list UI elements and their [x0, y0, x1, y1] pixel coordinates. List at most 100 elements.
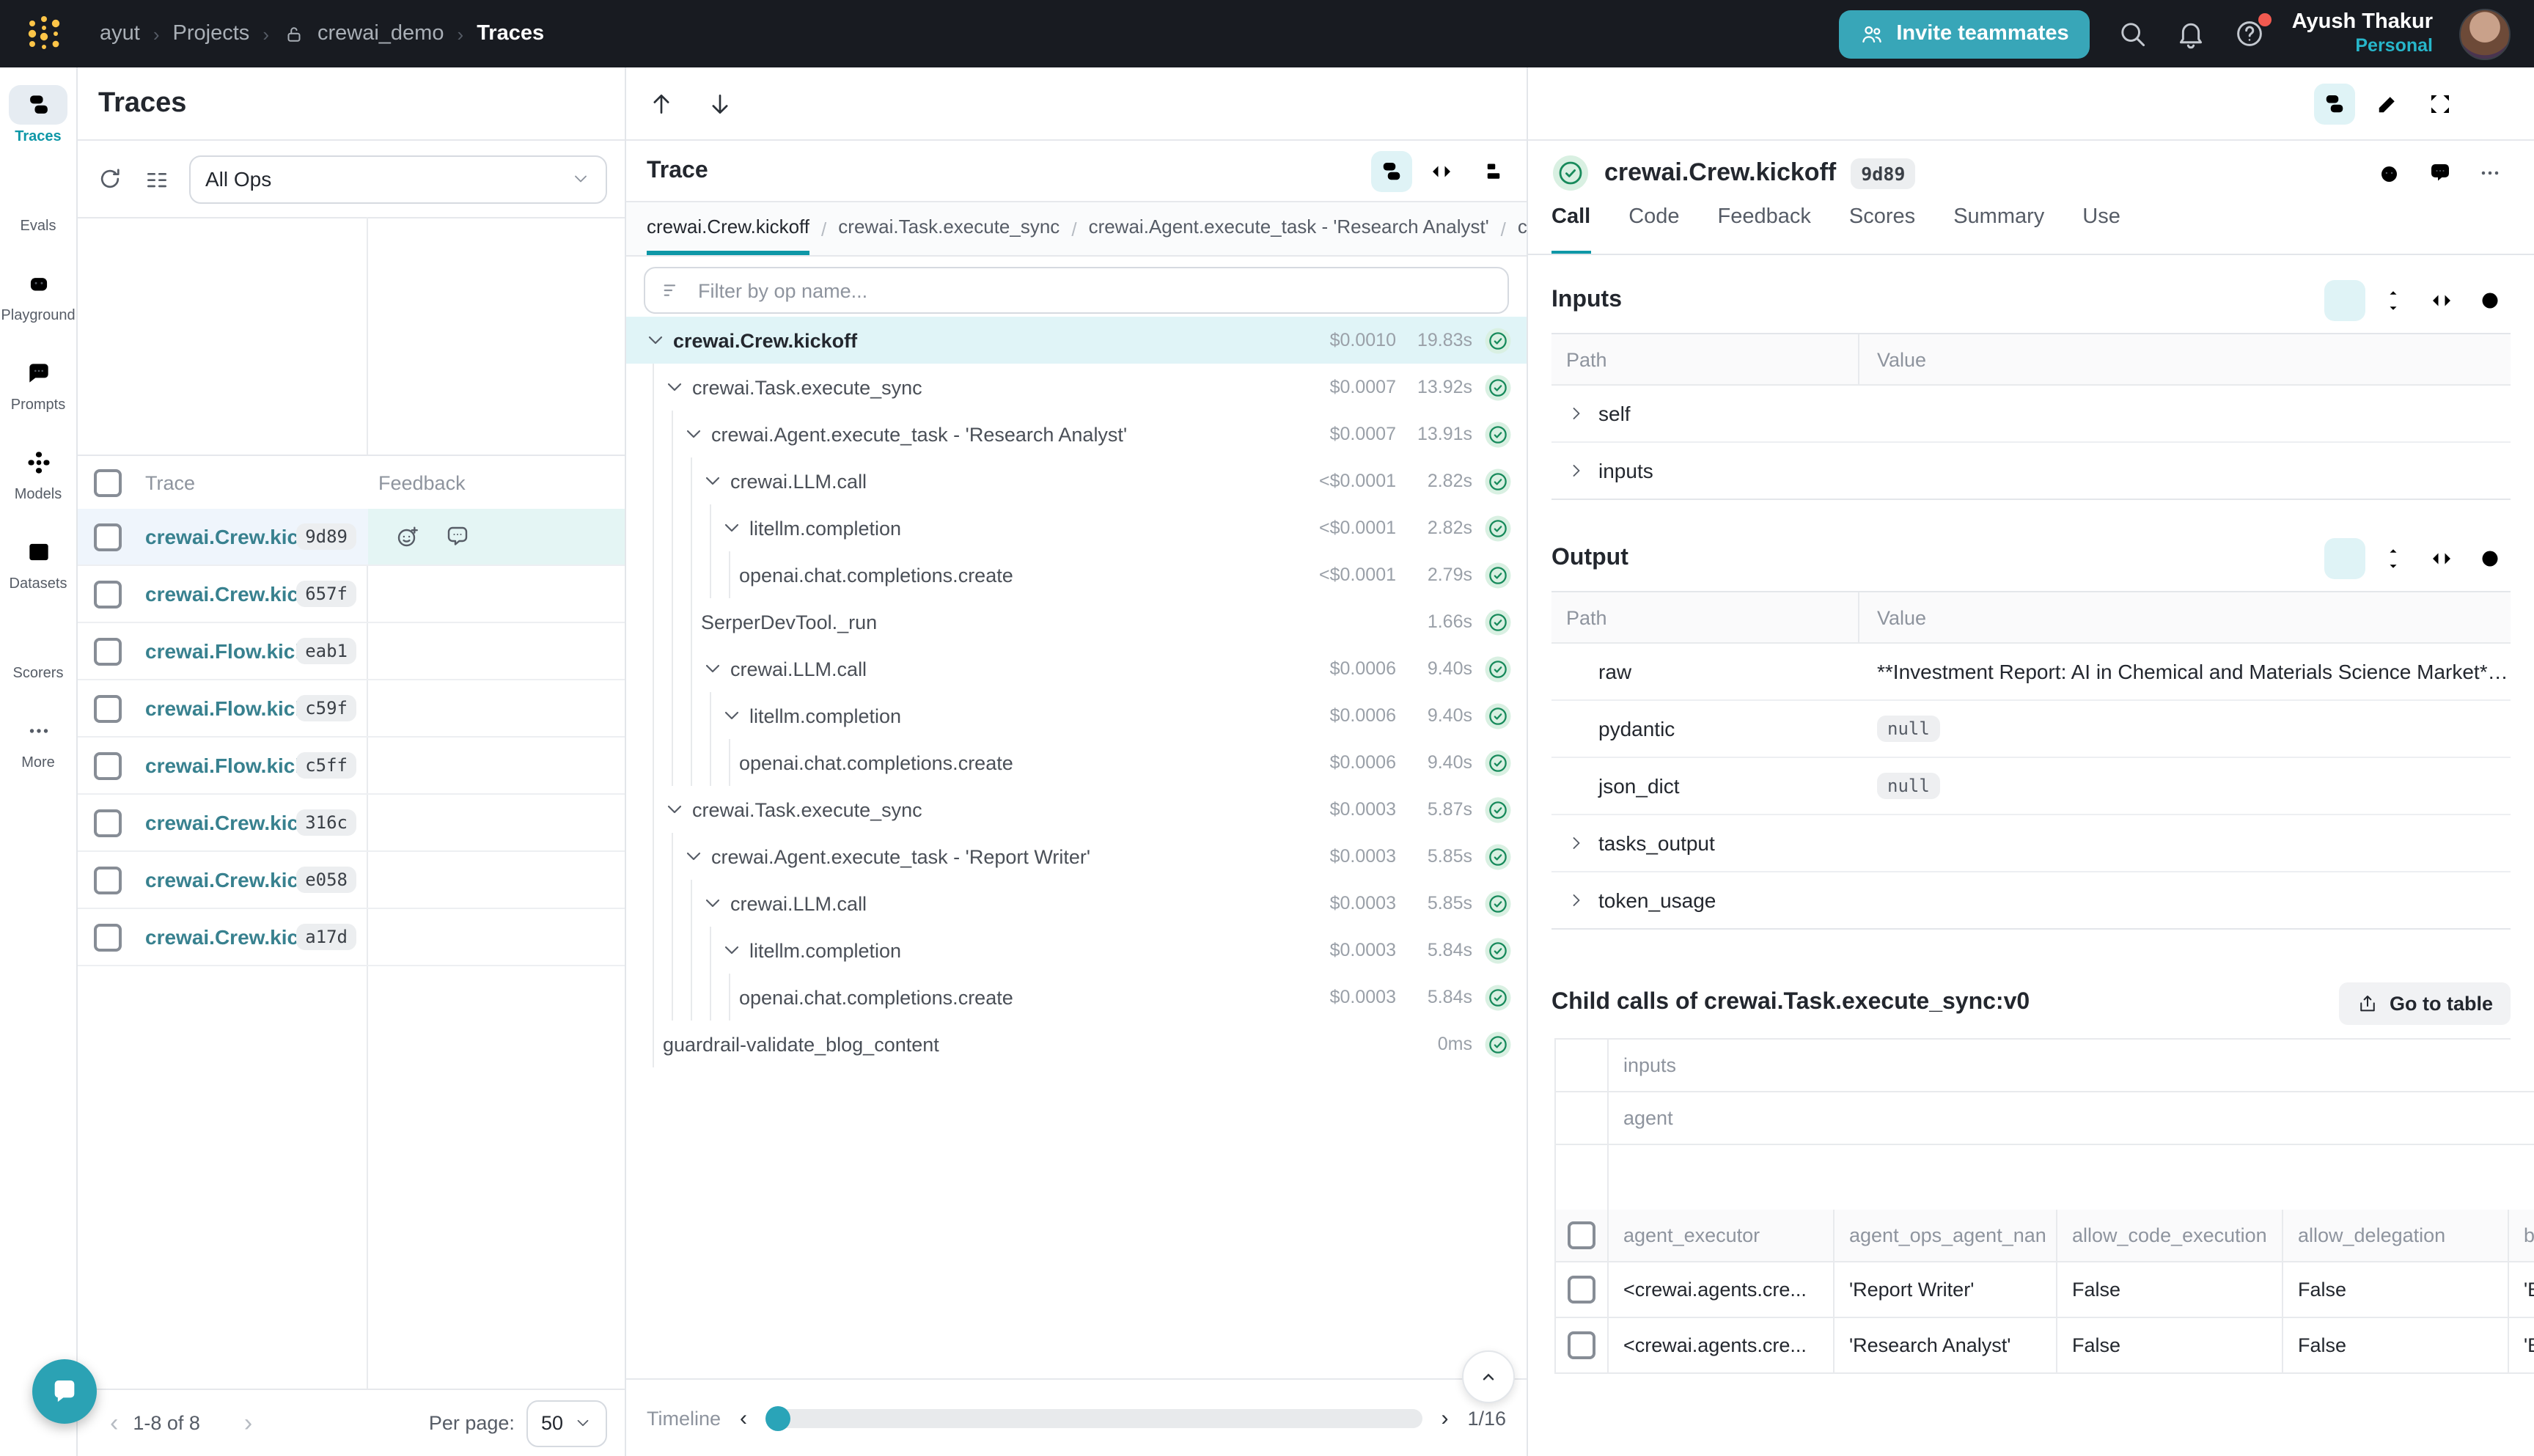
- close-icon[interactable]: [2472, 83, 2513, 124]
- breadcrumb-entity[interactable]: ayut: [100, 22, 140, 45]
- table-row[interactable]: crewai.Crew.kickoff9d89: [78, 509, 625, 566]
- chevron-down-icon[interactable]: [720, 516, 743, 540]
- wandb-logo-icon[interactable]: [23, 13, 65, 54]
- inputs-row[interactable]: self: [1551, 386, 2511, 443]
- code-view-icon[interactable]: [2421, 280, 2462, 321]
- trace-tree-row[interactable]: guardrail-validate_blog_content0ms: [626, 1021, 1527, 1067]
- data-cell[interactable]: False: [2057, 1262, 2283, 1318]
- chevron-down-icon[interactable]: [644, 328, 667, 352]
- chevron-down-icon[interactable]: [701, 891, 724, 915]
- comment-icon[interactable]: [2420, 152, 2461, 194]
- trace-tree-row[interactable]: crewai.Crew.kickoff$0.001019.83s: [626, 317, 1527, 364]
- chevron-down-icon[interactable]: [682, 845, 705, 868]
- row-checkbox[interactable]: [1568, 1276, 1595, 1304]
- add-reaction-icon[interactable]: [2370, 152, 2411, 194]
- sidebar-item-evals[interactable]: Evals: [0, 174, 76, 264]
- row-checkbox[interactable]: [94, 580, 122, 608]
- row-checkbox[interactable]: [94, 751, 122, 779]
- sidebar-item-datasets[interactable]: Datasets: [0, 532, 76, 622]
- chevron-right-icon[interactable]: [1566, 890, 1587, 911]
- crumb-tab[interactable]: crewai.Task.execute_sync: [838, 202, 1059, 255]
- op-filter-field[interactable]: [644, 267, 1509, 314]
- data-cell[interactable]: False: [2057, 1318, 2283, 1374]
- sidebar-item-playground[interactable]: Playground: [0, 264, 76, 353]
- more-options-icon[interactable]: [2469, 152, 2511, 194]
- trace-view-button[interactable]: [2314, 83, 2355, 124]
- chevron-right-icon[interactable]: [1566, 833, 1587, 853]
- collapse-timeline-button[interactable]: [1462, 1350, 1515, 1403]
- trace-tree-row[interactable]: openai.chat.completions.create$0.00035.8…: [626, 974, 1527, 1021]
- hide-view-icon[interactable]: [2469, 280, 2511, 321]
- code-view-button[interactable]: [1421, 150, 1462, 191]
- search-icon[interactable]: [2116, 18, 2148, 50]
- row-checkbox[interactable]: [1568, 1331, 1595, 1359]
- trace-tree-row[interactable]: SerperDevTool._run1.66s: [626, 598, 1527, 645]
- manage-columns-icon[interactable]: [142, 164, 172, 194]
- table-row[interactable]: crewai.Flow.kickoffeab1: [78, 623, 625, 680]
- trace-tree-row[interactable]: openai.chat.completions.create<$0.00012.…: [626, 551, 1527, 598]
- output-row[interactable]: pydanticnull: [1551, 701, 2511, 758]
- table-row[interactable]: crewai.Crew.kickoff316c: [78, 795, 625, 852]
- row-checkbox[interactable]: [94, 809, 122, 837]
- row-checkbox[interactable]: [94, 694, 122, 722]
- invite-teammates-button[interactable]: Invite teammates: [1839, 10, 2089, 58]
- arrow-down-icon[interactable]: [705, 89, 735, 118]
- trace-tree-row[interactable]: openai.chat.completions.create$0.00069.4…: [626, 739, 1527, 786]
- table-row[interactable]: crewai.Crew.kickoff657f: [78, 566, 625, 623]
- table-row[interactable]: crewai.Flow.kickoffc5ff: [78, 738, 625, 795]
- chevron-down-icon[interactable]: [663, 375, 686, 399]
- breadcrumb-projects[interactable]: Projects: [173, 22, 250, 45]
- chevron-down-icon[interactable]: [701, 657, 724, 680]
- data-cell[interactable]: 'E: [2509, 1262, 2534, 1318]
- ops-filter-select[interactable]: All Ops: [189, 155, 607, 203]
- data-cell[interactable]: <crewai.agents.cre...: [1609, 1262, 1835, 1318]
- next-page-icon[interactable]: ›: [229, 1408, 267, 1438]
- tab-use[interactable]: Use: [2082, 205, 2120, 254]
- timeline-prev-icon[interactable]: ‹: [740, 1405, 747, 1430]
- sidebar-item-scorers[interactable]: Scorers: [0, 622, 76, 711]
- chevron-right-icon[interactable]: [1566, 403, 1587, 424]
- help-icon[interactable]: [2233, 18, 2266, 50]
- chevron-down-icon[interactable]: [682, 422, 705, 446]
- go-to-table-button[interactable]: Go to table: [2338, 982, 2511, 1024]
- output-row[interactable]: raw**Investment Report: AI in Chemical a…: [1551, 644, 2511, 701]
- chat-launcher-button[interactable]: [32, 1359, 97, 1424]
- data-cell[interactable]: <crewai.agents.cre...: [1609, 1318, 1835, 1374]
- chevron-down-icon[interactable]: [720, 938, 743, 962]
- bell-icon[interactable]: [2175, 18, 2207, 50]
- trace-tree-row[interactable]: crewai.LLM.call$0.00069.40s: [626, 645, 1527, 692]
- tab-summary[interactable]: Summary: [1953, 205, 2044, 254]
- tab-scores[interactable]: Scores: [1849, 205, 1915, 254]
- chevron-down-icon[interactable]: [663, 798, 686, 821]
- output-row[interactable]: token_usage: [1551, 872, 2511, 928]
- chevron-down-icon[interactable]: [720, 704, 743, 727]
- trace-tree-row[interactable]: litellm.completion$0.00069.40s: [626, 692, 1527, 739]
- trace-tree-row[interactable]: litellm.completion$0.00035.84s: [626, 927, 1527, 974]
- trace-tree-row[interactable]: crewai.Task.execute_sync$0.00035.87s: [626, 786, 1527, 833]
- trace-tree-row[interactable]: crewai.Agent.execute_task - 'Research An…: [626, 411, 1527, 457]
- tab-code[interactable]: Code: [1628, 205, 1679, 254]
- refresh-icon[interactable]: [95, 164, 125, 194]
- per-page-select[interactable]: 50: [526, 1400, 607, 1446]
- hide-view-icon[interactable]: [2469, 538, 2511, 579]
- edit-icon[interactable]: [2367, 83, 2408, 124]
- sidebar-item-prompts[interactable]: Prompts: [0, 353, 76, 443]
- trace-tree-row[interactable]: crewai.LLM.call$0.00035.85s: [626, 880, 1527, 927]
- data-cell[interactable]: 'E: [2509, 1318, 2534, 1374]
- data-cell[interactable]: 'Report Writer': [1835, 1262, 2057, 1318]
- chevron-right-icon[interactable]: [1566, 460, 1587, 481]
- expand-rows-icon[interactable]: [2373, 280, 2414, 321]
- tab-call[interactable]: Call: [1551, 205, 1590, 254]
- list-view-icon[interactable]: [2324, 538, 2365, 579]
- row-checkbox[interactable]: [94, 866, 122, 894]
- trace-tree-row[interactable]: litellm.completion<$0.00012.82s: [626, 504, 1527, 551]
- trace-tree-row[interactable]: crewai.LLM.call<$0.00012.82s: [626, 457, 1527, 504]
- expand-rows-icon[interactable]: [2373, 538, 2414, 579]
- table-row[interactable]: crewai.Crew.kickoffe058: [78, 852, 625, 909]
- sidebar-item-more[interactable]: More: [0, 711, 76, 801]
- op-filter-input[interactable]: [695, 278, 1493, 303]
- tab-feedback[interactable]: Feedback: [1718, 205, 1811, 254]
- timeline-slider-handle[interactable]: [765, 1405, 790, 1430]
- crumb-tab[interactable]: crewai.Agent.execute_task - 'Research An…: [1089, 202, 1489, 255]
- row-checkbox[interactable]: [94, 637, 122, 665]
